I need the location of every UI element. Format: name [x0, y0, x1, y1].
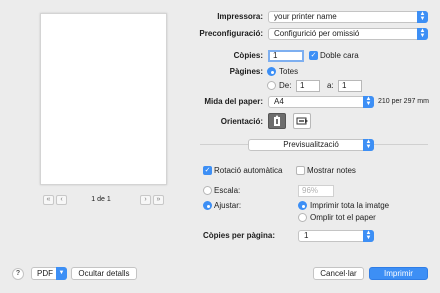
printer-select[interactable]: your printer name ▲ ▼ — [268, 11, 428, 23]
portrait-icon — [274, 115, 280, 126]
presets-value: Configurició per omissió — [274, 29, 360, 38]
scale-field[interactable]: 96% — [298, 185, 334, 197]
printer-label: Impressora: — [217, 12, 263, 21]
fit-radio[interactable] — [203, 201, 212, 210]
next-page-button[interactable]: › — [140, 195, 151, 205]
first-page-button[interactable]: « — [43, 195, 54, 205]
pages-label: Pàgines: — [229, 67, 263, 76]
auto-rotate-checkbox[interactable]: ✓ — [203, 166, 212, 175]
pages-range-radio[interactable] — [267, 81, 276, 90]
chevron-down-icon: ▼ — [56, 267, 67, 280]
print-entire-image-label: Imprimir tota la imatge — [310, 201, 390, 210]
copies-per-page-label: Còpies per pàgina: — [203, 231, 276, 240]
copies-per-page-select[interactable]: 1 ▲ ▼ — [298, 230, 374, 242]
printer-value: your printer name — [274, 12, 337, 21]
chevron-updown-icon: ▲ ▼ — [363, 96, 374, 108]
previous-page-button[interactable]: ‹ — [56, 195, 67, 205]
last-page-button[interactable]: » — [153, 195, 164, 205]
show-notes-label: Mostrar notes — [307, 166, 356, 175]
duplex-label: Doble cara — [320, 51, 359, 60]
scale-radio[interactable] — [203, 186, 212, 195]
print-entire-image-radio[interactable] — [298, 201, 307, 210]
section-value: Previsualització — [283, 140, 339, 149]
chevron-updown-icon: ▲ ▼ — [363, 230, 374, 242]
paper-size-value: A4 — [274, 97, 284, 106]
hide-details-button[interactable]: Ocultar detalls — [71, 267, 137, 280]
paper-dimensions: 210 per 297 mm — [378, 98, 429, 105]
pages-to-label: a: — [327, 81, 334, 90]
pages-all-radio[interactable] — [267, 67, 276, 76]
pdf-menu-button[interactable]: PDF ▼ — [31, 267, 67, 280]
pdf-label: PDF — [37, 269, 53, 278]
copies-per-page-value: 1 — [304, 231, 309, 240]
scale-label: Escala: — [214, 186, 241, 195]
section-select[interactable]: Previsualització ▲ ▼ — [248, 139, 374, 151]
duplex-checkbox[interactable]: ✓ — [309, 51, 318, 60]
orientation-label: Orientació: — [220, 117, 263, 126]
portrait-orientation-button[interactable] — [268, 113, 286, 129]
fill-paper-radio[interactable] — [298, 213, 307, 222]
show-notes-checkbox[interactable] — [296, 166, 305, 175]
pages-from-label: De: — [279, 81, 292, 90]
page-preview — [40, 13, 167, 185]
fit-label: Ajustar: — [214, 201, 242, 210]
print-button[interactable]: Imprimir — [369, 267, 428, 280]
presets-select[interactable]: Configurició per omissió ▲ ▼ — [268, 28, 428, 40]
landscape-icon — [296, 117, 308, 125]
help-button[interactable]: ? — [12, 268, 24, 280]
paper-size-select[interactable]: A4 ▲ ▼ — [268, 96, 374, 108]
copies-field[interactable]: 1 — [268, 50, 304, 62]
chevron-updown-icon: ▲ ▼ — [417, 28, 428, 40]
chevron-updown-icon: ▲ ▼ — [363, 139, 374, 151]
presets-label: Preconfiguració: — [199, 29, 263, 38]
page-counter: 1 de 1 — [91, 196, 111, 203]
pages-to-field[interactable]: 1 — [338, 80, 362, 92]
pages-all-label: Totes — [279, 67, 299, 76]
copies-label: Còpies: — [233, 51, 263, 60]
chevron-updown-icon: ▲ ▼ — [417, 11, 428, 23]
fill-paper-label: Omplir tot el paper — [310, 213, 376, 222]
auto-rotate-label: Rotació automàtica — [214, 166, 283, 175]
pages-from-field[interactable]: 1 — [296, 80, 320, 92]
landscape-orientation-button[interactable] — [293, 113, 311, 129]
cancel-button[interactable]: Cancel·lar — [313, 267, 364, 280]
paper-size-label: Mida del paper: — [204, 97, 263, 106]
